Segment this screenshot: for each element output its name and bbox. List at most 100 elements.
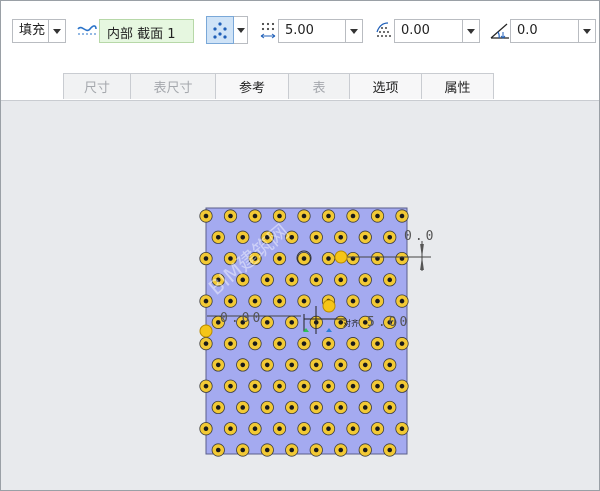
hole-center	[362, 362, 368, 368]
dimension-top-right[interactable]: 0.0	[404, 229, 436, 244]
hole-center	[228, 298, 233, 304]
hole-center	[301, 256, 307, 261]
fill-mode-select[interactable]: 填充	[12, 19, 66, 43]
hole-center	[375, 298, 380, 304]
hole-center	[375, 426, 380, 432]
spacing-value: 5.00	[285, 23, 314, 38]
hole-center	[399, 341, 405, 346]
hole-center	[387, 362, 393, 368]
reference-label: 对齐	[343, 318, 359, 328]
tab-dimensions[interactable]: 尺寸	[63, 73, 131, 99]
hole-center	[203, 213, 209, 219]
hole-center	[387, 447, 393, 453]
pattern-type-button[interactable]	[206, 16, 234, 44]
hole-center	[228, 383, 233, 389]
hole-center	[326, 341, 331, 346]
tab-label: 表尺寸	[153, 81, 193, 96]
tab-table[interactable]: 表	[288, 73, 350, 99]
hole-center	[350, 426, 356, 432]
hole-center	[301, 298, 307, 304]
offset-input[interactable]: 0.00	[394, 19, 480, 43]
graphics-canvas[interactable]: 0.0 0.00 对齐 5.00 BIM建筑网	[1, 101, 599, 490]
hole-center	[313, 277, 319, 283]
spacing-icon	[260, 22, 276, 39]
hole-center	[277, 298, 282, 304]
drag-handle[interactable]	[322, 299, 336, 313]
drag-handle[interactable]	[199, 324, 213, 338]
chevron-down-icon[interactable]	[462, 20, 479, 42]
hole-center	[338, 277, 344, 283]
hole-center	[264, 362, 270, 368]
drag-handle[interactable]	[334, 250, 348, 264]
app-window: 填充 内部 截面 1 5.00 0.00 0.0 尺寸 表尺寸 参考 表 选项 …	[0, 0, 600, 491]
fill-mode-value: 填充	[19, 23, 46, 38]
hole-center	[338, 405, 344, 410]
hole-center	[338, 234, 344, 240]
hole-center	[264, 277, 270, 283]
hole-center	[350, 298, 356, 304]
hole-center	[203, 426, 209, 432]
chevron-down-icon[interactable]	[48, 20, 65, 42]
offset-icon	[376, 22, 391, 37]
hole-center	[313, 362, 319, 368]
tab-properties[interactable]: 属性	[421, 73, 494, 99]
tab-label: 表	[312, 81, 326, 96]
section-field[interactable]: 内部 截面 1	[99, 19, 194, 43]
tab-label: 尺寸	[83, 81, 110, 96]
hole-center	[326, 426, 331, 432]
hole-center	[215, 234, 221, 240]
dot-pattern-icon	[213, 22, 227, 39]
hole-center	[289, 277, 295, 283]
pattern-type-dropdown[interactable]	[234, 16, 248, 44]
hole-center	[301, 213, 307, 219]
chevron-down-icon[interactable]	[578, 20, 595, 42]
hole-center	[313, 405, 319, 410]
tab-label: 属性	[444, 81, 471, 96]
offset-value: 0.00	[401, 23, 430, 38]
hole-center	[350, 383, 356, 389]
hole-center	[338, 362, 344, 368]
hole-center	[362, 277, 368, 283]
hole-center	[228, 213, 233, 219]
pattern-toolbar: 填充 内部 截面 1 5.00 0.00 0.0 尺寸 表尺寸 参考 表 选项 …	[1, 1, 599, 101]
hole-center	[326, 383, 331, 389]
dimension-right[interactable]: 5.00	[367, 315, 410, 330]
chevron-down-icon[interactable]	[345, 20, 362, 42]
hole-center	[326, 213, 331, 219]
hole-center	[375, 341, 380, 346]
hole-center	[240, 447, 246, 453]
hole-center	[277, 341, 282, 346]
hole-center	[264, 405, 270, 410]
hole-center	[277, 383, 282, 389]
tab-options[interactable]: 选项	[349, 73, 422, 99]
hole-center	[203, 256, 209, 261]
dimension-left[interactable]: 0.00	[220, 311, 263, 326]
section-name: 内部 截面 1	[107, 27, 176, 42]
spacing-input[interactable]: 5.00	[278, 19, 363, 43]
hole-center	[399, 298, 405, 304]
tab-label: 参考	[238, 81, 265, 96]
hole-center	[203, 298, 209, 304]
hole-center	[350, 213, 356, 219]
angle-icon	[490, 23, 509, 39]
tab-references[interactable]: 参考	[215, 73, 289, 99]
hole-center	[289, 320, 295, 325]
hole-center	[375, 213, 380, 219]
hole-center	[289, 447, 295, 453]
angle-value: 0.0	[517, 23, 538, 38]
hole-center	[240, 405, 246, 410]
hole-center	[399, 426, 405, 432]
angle-input[interactable]: 0.0	[510, 19, 596, 43]
hole-center	[264, 320, 270, 325]
hole-center	[313, 447, 319, 453]
hole-center	[301, 341, 307, 346]
hole-center	[252, 213, 258, 219]
hole-center	[240, 362, 246, 368]
hole-center	[277, 213, 282, 219]
hole-center	[289, 362, 295, 368]
hole-center	[215, 362, 221, 368]
hole-center	[362, 447, 368, 453]
tab-table-dimensions[interactable]: 表尺寸	[130, 73, 216, 99]
hole-center	[203, 341, 209, 346]
tab-bar: 尺寸 表尺寸 参考 表 选项 属性	[63, 73, 494, 100]
